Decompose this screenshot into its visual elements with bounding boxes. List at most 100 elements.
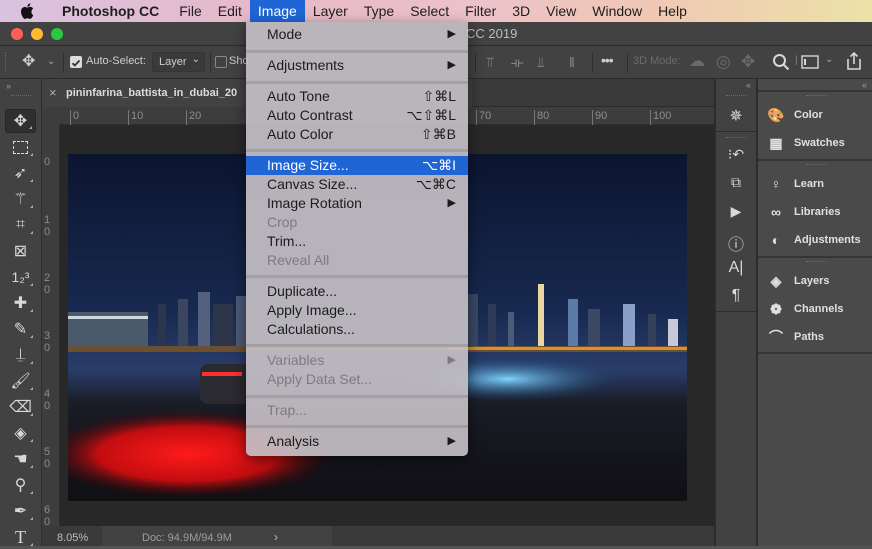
menu-item-adjustments[interactable]: Adjustments ▶: [246, 56, 468, 75]
pen-tool[interactable]: ✒: [5, 499, 36, 523]
menu-item-calculations[interactable]: Calculations...: [246, 320, 468, 339]
frame-tool[interactable]: ⊠: [5, 239, 36, 263]
menu-filter[interactable]: Filter: [457, 0, 504, 22]
close-window-button[interactable]: [11, 28, 23, 40]
menu-app-name[interactable]: Photoshop CC: [54, 0, 167, 22]
panel-channels[interactable]: ❁ Channels: [766, 299, 843, 319]
character-icon[interactable]: A|: [724, 259, 748, 279]
auto-select-target-dropdown[interactable]: Layer ⌄: [152, 52, 205, 72]
align-bottom-icon[interactable]: ⫫: [537, 55, 545, 69]
count-tool[interactable]: 1₂³: [5, 265, 36, 289]
ruler-tick-label: 50: [44, 446, 51, 470]
3d-orbit-icon[interactable]: ☁: [689, 54, 705, 70]
magic-wand-icon: ⚚: [13, 191, 28, 208]
menu-select[interactable]: Select: [402, 0, 457, 22]
history-brush-tool[interactable]: 🖌: [5, 369, 36, 393]
auto-select-checkbox[interactable]: [70, 56, 82, 68]
ruler-tick-label: 90: [592, 110, 607, 125]
menu-item-shortcut: ⇧⌘L: [422, 88, 456, 104]
menu-image[interactable]: Image: [249, 0, 305, 22]
type-tool[interactable]: T: [5, 525, 36, 549]
panel-layers[interactable]: ◈ Layers: [766, 271, 830, 291]
menu-item-trim[interactable]: Trim...: [246, 232, 468, 251]
mac-menubar: Photoshop CC File Edit Image Layer Type …: [0, 0, 872, 22]
ruler-origin[interactable]: [42, 107, 60, 125]
menu-item-duplicate[interactable]: Duplicate...: [246, 282, 468, 301]
panel-adjustments[interactable]: ◐ Adjustments: [766, 230, 861, 250]
menu-item-auto-contrast[interactable]: Auto Contrast ⌥⇧⌘L: [246, 106, 468, 125]
menu-item-label: Crop: [267, 214, 298, 230]
workspace-chevron-down-icon[interactable]: ⌄: [825, 55, 833, 65]
3d-roll-icon[interactable]: ◎: [716, 53, 731, 70]
minimize-window-button[interactable]: [31, 28, 43, 40]
menu-item-image-rotation[interactable]: Image Rotation ▶: [246, 194, 468, 213]
menu-item-canvas-size[interactable]: Canvas Size... ⌥⌘C: [246, 175, 468, 194]
panel-paths[interactable]: ⌒ Paths: [766, 327, 824, 347]
close-tab-icon[interactable]: ×: [49, 85, 57, 100]
layers-icon: ◈: [770, 273, 782, 289]
menu-item-auto-color[interactable]: Auto Color ⇧⌘B: [246, 125, 468, 144]
menu-item-apply-image[interactable]: Apply Image...: [246, 301, 468, 320]
menu-item-mode[interactable]: Mode ▶: [246, 25, 468, 44]
magic-wand-tool[interactable]: ⚚: [5, 187, 36, 211]
options-bar-grip[interactable]: [5, 52, 8, 74]
marquee-tool[interactable]: [5, 135, 36, 159]
vertical-ruler[interactable]: 0 10 20 30 40 50 60: [42, 125, 60, 528]
show-transform-controls-checkbox[interactable]: [215, 56, 227, 68]
menu-layer[interactable]: Layer: [305, 0, 356, 22]
panel-label: Adjustments: [794, 234, 861, 246]
panel-color[interactable]: 🎨 Color: [766, 105, 822, 125]
3d-pan-icon[interactable]: ✥: [741, 53, 755, 70]
menu-item-image-size[interactable]: Image Size... ⌥⌘I: [246, 156, 468, 175]
collapse-tools-icon[interactable]: ››: [6, 81, 11, 91]
clone-stamp-tool[interactable]: ⍊: [5, 343, 36, 367]
menu-item-label: Trim...: [267, 233, 307, 249]
smudge-tool[interactable]: ☚: [5, 447, 36, 471]
info-icon[interactable]: ⓘ: [724, 231, 748, 254]
zoom-level[interactable]: 8.05%: [57, 532, 88, 544]
pencil-tool[interactable]: ✎: [5, 317, 36, 341]
ruler-tick-label: 0: [70, 110, 79, 125]
preset-chevron-down-icon[interactable]: ⌄: [47, 57, 55, 67]
panel-libraries[interactable]: ∞ Libraries: [766, 202, 840, 222]
distribute-icon[interactable]: ‖: [569, 55, 575, 69]
menu-window[interactable]: Window: [584, 0, 650, 22]
doc-size-info[interactable]: Doc: 94.9M/94.9M: [102, 526, 332, 546]
apple-logo-icon[interactable]: [20, 3, 34, 19]
menu-help[interactable]: Help: [650, 0, 695, 22]
dodge-tool[interactable]: ⚲: [5, 473, 36, 497]
collapse-strip-icon[interactable]: ‹‹: [746, 80, 751, 90]
menu-item-auto-tone[interactable]: Auto Tone ⇧⌘L: [246, 87, 468, 106]
menu-item-analysis[interactable]: Analysis ▶: [246, 432, 468, 451]
more-options-icon[interactable]: •••: [601, 53, 614, 67]
align-vertical-center-icon[interactable]: ⟛: [511, 55, 524, 69]
panel-swatches[interactable]: ▦ Swatches: [766, 133, 844, 153]
share-icon[interactable]: [845, 51, 863, 72]
move-tool-preset-icon[interactable]: ✥: [22, 54, 35, 70]
menu-3d[interactable]: 3D: [504, 0, 538, 22]
menu-edit[interactable]: Edit: [210, 0, 250, 22]
paragraph-icon[interactable]: ¶: [724, 287, 748, 307]
status-menu-chevron-right-icon[interactable]: ›: [274, 530, 278, 544]
navigator-icon[interactable]: ✵: [724, 106, 748, 126]
actions-play-icon[interactable]: ▶: [724, 203, 748, 223]
search-icon[interactable]: [772, 53, 790, 74]
collapse-dock-icon[interactable]: ‹‹: [862, 80, 867, 90]
history-icon[interactable]: ⁝↶: [724, 146, 748, 166]
align-top-icon[interactable]: ⫪: [486, 55, 494, 69]
eraser-tool[interactable]: ⌫: [5, 395, 36, 419]
healing-brush-tool[interactable]: ✚: [5, 291, 36, 315]
menu-view[interactable]: View: [538, 0, 584, 22]
smudge-icon: ☚: [13, 451, 28, 468]
lasso-tool[interactable]: ➶: [5, 161, 36, 185]
crop-tool[interactable]: ⌗: [5, 213, 36, 237]
paint-bucket-tool[interactable]: ◈: [5, 421, 36, 445]
zoom-window-button[interactable]: [51, 28, 63, 40]
swatches-grid-icon: ▦: [769, 135, 783, 151]
menu-file[interactable]: File: [171, 0, 210, 22]
panel-learn[interactable]: ♀ Learn: [766, 174, 824, 194]
workspace-icon[interactable]: [801, 55, 819, 71]
move-tool[interactable]: ✥: [5, 109, 36, 133]
menu-type[interactable]: Type: [356, 0, 402, 22]
properties-icon[interactable]: ⧉: [724, 174, 748, 194]
